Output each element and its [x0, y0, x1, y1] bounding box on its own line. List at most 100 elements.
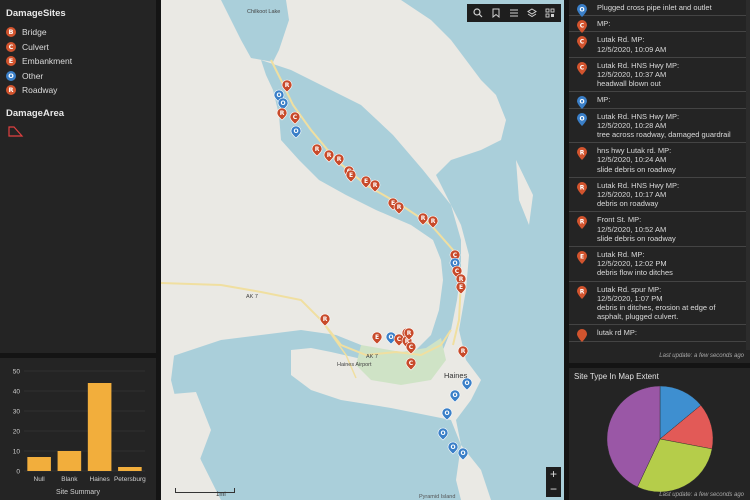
- list-item-line: Front St. MP:: [597, 215, 642, 225]
- svg-text:R: R: [397, 204, 402, 211]
- list-items: O Plugged cross pipe inlet and outlet C MP:…: [569, 0, 750, 343]
- list-item[interactable]: R Front St. MP: 12/5/2020, 10:52 AM slide d…: [569, 212, 750, 248]
- list-item-line: 12/5/2020, 10:17 AM: [597, 190, 667, 200]
- site-marker-icon: E: [577, 251, 587, 265]
- list-item[interactable]: R Lutak Rd. spur MP: 12/5/2020, 1:07 PM deb…: [569, 282, 750, 326]
- svg-text:R: R: [323, 316, 328, 323]
- svg-text:C: C: [409, 344, 414, 351]
- list-item[interactable]: C Lutak Rd. HNS Hwy MP: 12/5/2020, 10:37 A…: [569, 58, 750, 93]
- basemap[interactable]: Chilkoot Lake AK 7 AK 7 Haines Haines Ai…: [161, 0, 564, 500]
- list-item-line: Plugged cross pipe inlet and outlet: [597, 3, 712, 12]
- list-item[interactable]: C Lutak Rd. MP: 12/5/2020, 10:09 AM: [569, 32, 750, 58]
- list-item[interactable]: E Lutak Rd. MP: 12/5/2020, 12:02 PM debris …: [569, 247, 750, 282]
- list-item[interactable]: O Plugged cross pipe inlet and outlet: [569, 0, 750, 17]
- svg-text:O: O: [280, 100, 285, 107]
- list-scrollbar[interactable]: [746, 0, 750, 363]
- site-marker-letter: C: [580, 23, 585, 30]
- svg-text:R: R: [337, 156, 342, 163]
- map-toolbar: [467, 4, 561, 22]
- map-attribution: Pyramid Island: [419, 494, 456, 500]
- map-pin[interactable]: O: [449, 389, 461, 403]
- svg-text:R: R: [373, 182, 378, 189]
- site-marker-icon: R: [577, 216, 587, 230]
- map-pin[interactable]: E: [371, 331, 383, 345]
- site-marker-letter: R: [580, 288, 585, 295]
- site-marker-icon: C: [577, 61, 587, 75]
- svg-text:C: C: [397, 336, 402, 343]
- x-tick-label: Blank: [61, 476, 78, 483]
- pie-last-update: Last update: a few seconds ago: [659, 492, 744, 498]
- y-tick-label: 10: [13, 449, 21, 456]
- list-item-line: Lutak Rd. HNS Hwy MP:: [597, 111, 680, 121]
- list-item-line: Lutak Rd. spur MP:: [597, 284, 662, 294]
- scale-bar-label: 1mi: [216, 492, 226, 498]
- site-marker-icon: O: [577, 96, 587, 110]
- list-item-line: Lutak Rd. MP:: [597, 35, 645, 45]
- map-pin[interactable]: O: [441, 407, 453, 421]
- y-tick-label: 40: [13, 389, 21, 396]
- map-pin[interactable]: R: [319, 313, 331, 327]
- damage-area-swatch-icon: [8, 125, 150, 143]
- site-marker-icon: R: [577, 147, 587, 161]
- list-item-line: slide debris on roadway: [597, 164, 676, 174]
- site-marker-letter: C: [580, 64, 585, 71]
- qr-icon[interactable]: [541, 4, 559, 22]
- list-item-line: debris on roadway: [597, 199, 659, 209]
- svg-text:O: O: [388, 334, 393, 341]
- y-tick-label: 30: [13, 409, 21, 416]
- list-item[interactable]: Rhns hwy Lutak rd. MP: 12/5/2020, 10:24 A…: [569, 143, 750, 178]
- place-haines-airport: Haines Airport: [337, 362, 372, 368]
- list-item-line: 12/5/2020, 10:52 AM: [597, 224, 667, 234]
- zoom-out-button[interactable]: −: [546, 482, 561, 497]
- site-marker-letter: C: [580, 39, 585, 46]
- site-summary-chart-title: Site Summary: [56, 489, 100, 496]
- legend-items: B Bridge C Culvert E Embankment O Other R Roadway: [6, 25, 150, 98]
- site-marker-letter: O: [579, 7, 584, 14]
- bar-blank[interactable]: [57, 451, 82, 471]
- map-pin[interactable]: O: [457, 447, 469, 461]
- list-icon[interactable]: [505, 4, 523, 22]
- map-pin[interactable]: O: [461, 377, 473, 391]
- svg-text:O: O: [452, 392, 457, 399]
- legend-item-label: Bridge: [22, 27, 47, 38]
- bar-haines[interactable]: [87, 383, 112, 471]
- bar-null[interactable]: [27, 457, 51, 471]
- list-item-line: headwall blown out: [597, 79, 661, 89]
- site-marker-icon: R: [577, 285, 587, 299]
- svg-text:C: C: [293, 114, 298, 121]
- site-marker-letter: O: [579, 99, 584, 106]
- embankment-marker-icon: E: [6, 56, 16, 67]
- place-chilkoot-lake: Chilkoot Lake: [247, 9, 280, 15]
- list-item-line: hns hwy Lutak rd. MP:: [597, 146, 672, 156]
- layers-icon[interactable]: [523, 4, 541, 22]
- x-tick-label: Petersburg: [114, 476, 146, 483]
- list-item[interactable]: R Lutak Rd. HNS Hwy MP: 12/5/2020, 10:17 A…: [569, 178, 750, 213]
- bar-chart-svg: 0 10 20 30 40 50 Null Blank Haines Petersburg: [13, 369, 146, 484]
- bar-petersburg[interactable]: [118, 467, 142, 471]
- legend-item-label: Other: [22, 70, 44, 81]
- zoom-in-button[interactable]: +: [546, 467, 561, 482]
- svg-text:O: O: [440, 430, 445, 437]
- list-item-line: 12/5/2020, 10:37 AM: [597, 70, 667, 80]
- list-item[interactable]: O Lutak Rd. HNS Hwy MP: 12/5/2020, 10:28 A…: [569, 109, 750, 144]
- svg-text:E: E: [459, 284, 463, 291]
- list-item[interactable]: lutak rd MP:: [569, 325, 750, 343]
- svg-text:R: R: [327, 152, 332, 159]
- list-item-line: Lutak Rd. HNS Hwy MP:: [597, 180, 680, 190]
- svg-text:R: R: [280, 110, 285, 117]
- legend-item-bridge: B Bridge: [6, 25, 150, 40]
- y-tick-label: 50: [13, 369, 21, 376]
- site-marker-icon: R: [577, 181, 587, 195]
- bridge-marker-icon: B: [6, 27, 16, 38]
- list-item-line: 12/5/2020, 10:24 AM: [597, 155, 667, 165]
- bookmark-icon[interactable]: [487, 4, 505, 22]
- legend-panel: DamageSites B Bridge C Culvert E Embankment O O…: [0, 0, 156, 353]
- list-item[interactable]: C MP:: [569, 16, 750, 34]
- site-marker-icon: [577, 329, 587, 343]
- map-view[interactable]: Chilkoot Lake AK 7 AK 7 Haines Haines Ai…: [161, 0, 564, 500]
- svg-text:R: R: [421, 215, 426, 222]
- search-icon[interactable]: [469, 4, 487, 22]
- list-item-line: slide debris on roadway: [597, 233, 676, 243]
- x-tick-label: Haines: [90, 476, 111, 483]
- list-item[interactable]: O MP:: [569, 92, 750, 110]
